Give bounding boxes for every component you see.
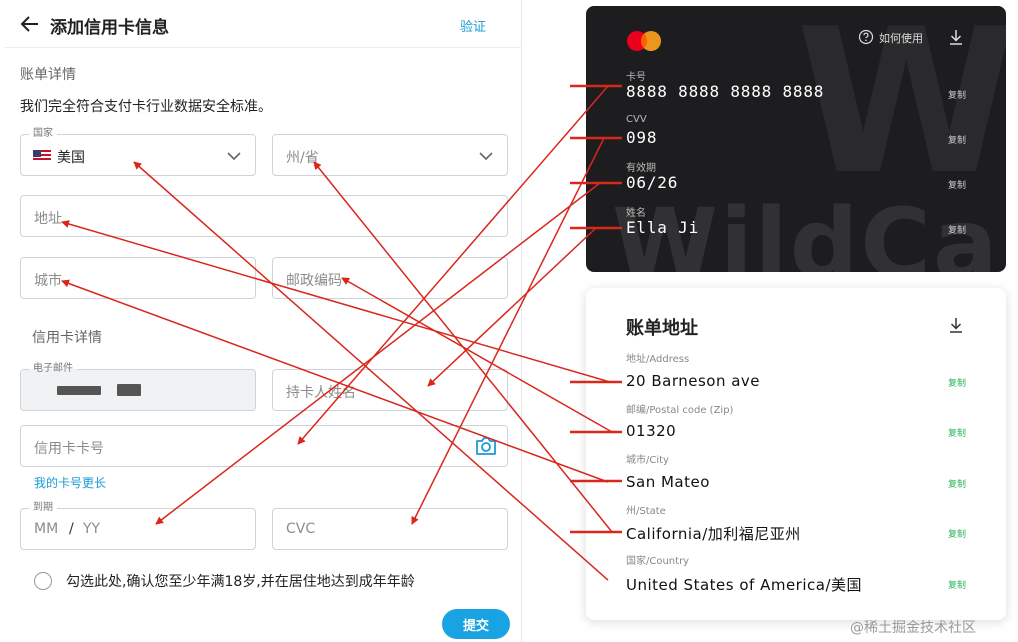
cvv-label: CVV: [626, 114, 647, 125]
copy-cvv-button[interactable]: 复制: [948, 133, 966, 146]
card-number-placeholder: 信用卡卡号: [34, 441, 104, 457]
mastercard-logo-icon: [627, 31, 661, 51]
expiry-label: 有效期: [626, 163, 656, 174]
billing-section-title: 账单详情: [20, 67, 76, 83]
copy-address-button[interactable]: 复制: [948, 376, 966, 389]
help-icon[interactable]: [858, 29, 874, 45]
copy-state-button[interactable]: 复制: [948, 527, 966, 540]
state-value: California/加利福尼亚州: [626, 525, 801, 543]
city-label: 城市/City: [626, 455, 669, 466]
country-value: United States of America/美国: [626, 576, 862, 594]
expiry-year-placeholder: YY: [83, 521, 101, 537]
cvc-input[interactable]: CVC: [272, 508, 508, 550]
copy-postal-button[interactable]: 复制: [948, 426, 966, 439]
cardholder-name-input[interactable]: 持卡人姓名: [272, 369, 508, 411]
arrow-left-icon[interactable]: [18, 12, 42, 36]
country-value: 美国: [57, 150, 85, 166]
address-value: 20 Barneson ave: [626, 372, 761, 390]
expiry-separator: /: [69, 521, 74, 537]
page-title: 添加信用卡信息: [50, 18, 169, 38]
verify-link[interactable]: 验证: [460, 16, 486, 35]
security-description: 我们完全符合支付卡行业数据安全标准。: [20, 99, 272, 115]
city-input[interactable]: 城市: [20, 257, 256, 299]
email-field: 电子邮件: [20, 362, 256, 411]
state-placeholder: 州/省: [286, 150, 319, 166]
postal-value: 01320: [626, 422, 677, 440]
form-header: 添加信用卡信息 验证: [4, 0, 522, 48]
chevron-down-icon: [479, 152, 493, 161]
postal-placeholder: 邮政编码: [286, 273, 342, 289]
redacted-email: [57, 386, 101, 395]
name-value: Ella Ji: [626, 218, 700, 237]
expiry-label: 到期: [29, 501, 57, 515]
expiry-input[interactable]: 到期 MM / YY: [20, 501, 256, 550]
age-consent-text: 勾选此处,确认您至少年满18岁,并在居住地达到成年年龄: [66, 574, 415, 590]
copy-name-button[interactable]: 复制: [948, 223, 966, 236]
state-select[interactable]: 州/省: [272, 134, 508, 176]
city-value: San Mateo: [626, 473, 710, 491]
address-placeholder: 地址: [34, 211, 62, 227]
card-number-input[interactable]: 信用卡卡号: [20, 425, 508, 467]
country-label: 国家: [29, 127, 57, 141]
virtual-card: W WildCard 如何使用 卡号 8888 8888 8888 8888 复…: [586, 6, 1006, 272]
copy-city-button[interactable]: 复制: [948, 477, 966, 490]
card-number-value: 8888 8888 8888 8888: [626, 82, 825, 101]
city-placeholder: 城市: [34, 273, 62, 289]
cvc-placeholder: CVC: [286, 521, 316, 537]
cvv-value: 098: [626, 128, 658, 147]
address-input[interactable]: 地址: [20, 195, 508, 237]
country-label: 国家/Country: [626, 556, 690, 567]
billing-address-card: 账单地址 地址/Address 20 Barneson ave 复制 邮编/Po…: [586, 288, 1006, 620]
name-label: 姓名: [626, 208, 646, 219]
camera-icon[interactable]: [475, 436, 497, 456]
country-select[interactable]: 国家 美国: [20, 127, 256, 176]
state-label: 州/State: [626, 506, 666, 517]
expiry-value: 06/26: [626, 173, 679, 192]
credit-card-form-panel: 添加信用卡信息 验证 账单详情 我们完全符合支付卡行业数据安全标准。 国家 美国…: [4, 0, 522, 642]
postal-label: 邮编/Postal code (Zip): [626, 405, 734, 416]
longer-card-number-link[interactable]: 我的卡号更长: [34, 474, 106, 491]
card-section-title: 信用卡详情: [32, 330, 102, 346]
holder-placeholder: 持卡人姓名: [286, 385, 356, 401]
submit-button[interactable]: 提交: [442, 609, 510, 639]
card-number-label: 卡号: [626, 72, 646, 83]
how-to-use-link[interactable]: 如何使用: [879, 30, 923, 46]
chevron-down-icon: [227, 152, 241, 161]
email-label: 电子邮件: [29, 362, 77, 376]
age-consent-radio[interactable]: [34, 572, 52, 590]
redacted-email: [117, 384, 141, 396]
billing-address-title: 账单地址: [626, 318, 698, 339]
address-label: 地址/Address: [626, 354, 690, 365]
download-icon[interactable]: [948, 28, 964, 46]
copy-expiry-button[interactable]: 复制: [948, 178, 966, 191]
copy-country-button[interactable]: 复制: [948, 578, 966, 591]
site-watermark: @稀土掘金技术社区: [850, 620, 976, 636]
copy-card-number-button[interactable]: 复制: [948, 88, 966, 101]
us-flag-icon: [33, 150, 51, 162]
postal-code-input[interactable]: 邮政编码: [272, 257, 508, 299]
expiry-month-placeholder: MM: [34, 521, 59, 537]
download-icon[interactable]: [948, 316, 964, 334]
